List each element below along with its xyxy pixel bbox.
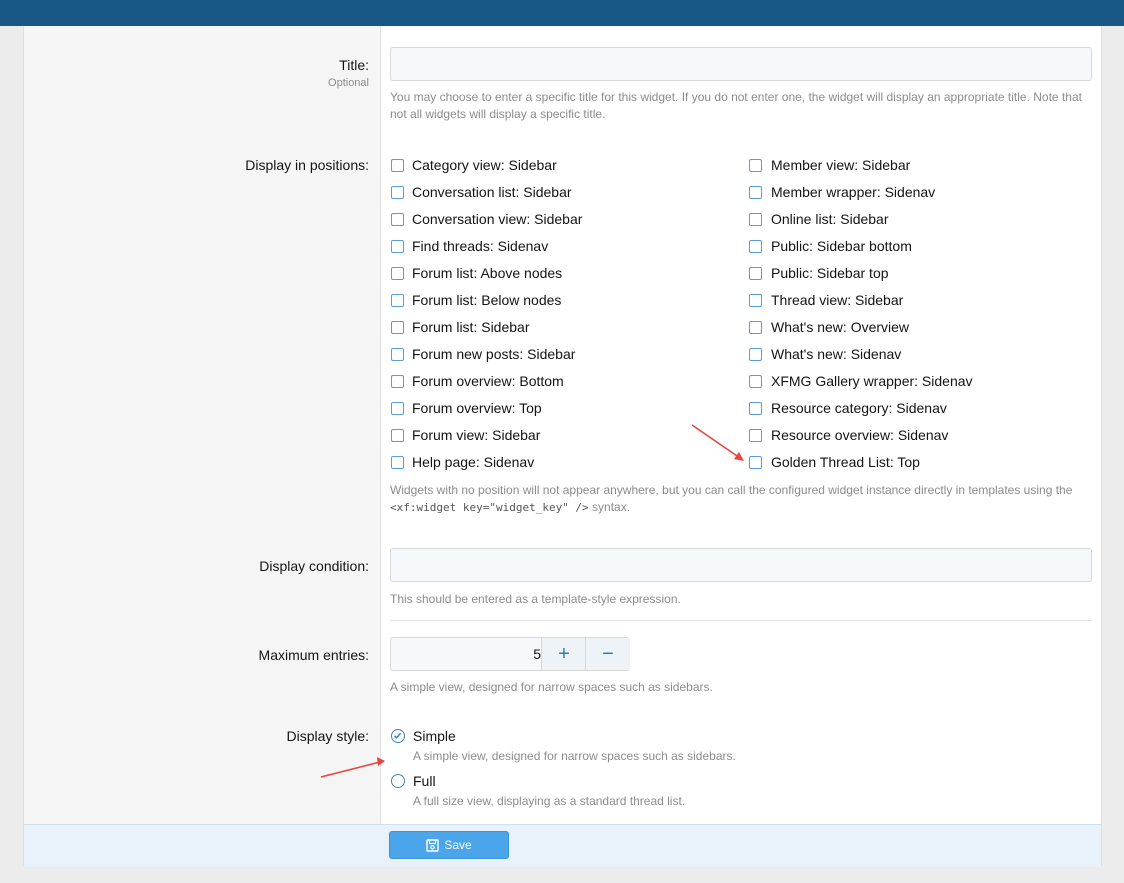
position-label-online-list-sidebar[interactable]: Online list: Sidebar (771, 211, 889, 227)
positions-explain: Widgets with no position will not appear… (390, 482, 1100, 516)
save-button[interactable]: Save (389, 831, 509, 859)
checkbox-forum-overview-top[interactable] (391, 402, 404, 415)
checkbox-golden-thread-list-top[interactable] (749, 456, 762, 469)
save-disk-icon (426, 839, 440, 852)
checkbox-category-view-sidebar[interactable] (391, 159, 404, 172)
display-condition-explain: This should be entered as a template-sty… (390, 592, 681, 606)
position-label-forum-overview-top[interactable]: Forum overview: Top (412, 400, 542, 416)
checkbox-forum-list-above-nodes[interactable] (391, 267, 404, 280)
position-label-forum-overview-bottom[interactable]: Forum overview: Bottom (412, 373, 564, 389)
check-icon (393, 732, 402, 739)
position-label-forum-view-sidebar[interactable]: Forum view: Sidebar (412, 427, 540, 443)
title-optional-hint: Optional (328, 77, 369, 89)
display-condition-label: Display condition: (259, 558, 369, 574)
position-label-thread-view-sidebar[interactable]: Thread view: Sidebar (771, 292, 903, 308)
checkbox-xfmg-gallery-wrapper-sidenav[interactable] (749, 375, 762, 388)
maximum-entries-value[interactable]: 5 (391, 638, 541, 670)
checkbox-public-sidebar-bottom[interactable] (749, 240, 762, 253)
label-column (24, 26, 381, 824)
checkbox-forum-list-below-nodes[interactable] (391, 294, 404, 307)
checkbox-member-view-sidebar[interactable] (749, 159, 762, 172)
checkbox-resource-category-sidenav[interactable] (749, 402, 762, 415)
position-label-find-threads-sidenav[interactable]: Find threads: Sidenav (412, 238, 548, 254)
position-label-conversation-list-sidebar[interactable]: Conversation list: Sidebar (412, 184, 572, 200)
position-label-member-view-sidebar[interactable]: Member view: Sidebar (771, 157, 910, 173)
checkbox-forum-view-sidebar[interactable] (391, 429, 404, 442)
position-label-category-view-sidebar[interactable]: Category view: Sidebar (412, 157, 557, 173)
widget-edit-form: Title: Optional You may choose to enter … (23, 26, 1102, 867)
position-label-golden-thread-list-top[interactable]: Golden Thread List: Top (771, 454, 920, 470)
maximum-entries-stepper[interactable]: 5 + − (390, 637, 630, 671)
simple-radio[interactable] (391, 729, 405, 743)
position-label-forum-new-posts-sidebar[interactable]: Forum new posts: Sidebar (412, 346, 575, 362)
simple-option-hint: A simple view, designed for narrow space… (413, 749, 736, 763)
top-navigation-bar (0, 0, 1124, 26)
position-label-public-sidebar-bottom[interactable]: Public: Sidebar bottom (771, 238, 912, 254)
simple-option-label[interactable]: Simple (413, 728, 456, 744)
section-divider (390, 620, 1092, 621)
position-label-conversation-view-sidebar[interactable]: Conversation view: Sidebar (412, 211, 582, 227)
full-option-hint: A full size view, displaying as a standa… (413, 794, 686, 808)
position-label-forum-list-sidebar[interactable]: Forum list: Sidebar (412, 319, 529, 335)
checkbox-what-s-new-overview[interactable] (749, 321, 762, 334)
position-label-resource-category-sidenav[interactable]: Resource category: Sidenav (771, 400, 947, 416)
save-button-label: Save (444, 838, 472, 852)
positions-label: Display in positions: (245, 157, 369, 173)
checkbox-online-list-sidebar[interactable] (749, 213, 762, 226)
checkbox-conversation-list-sidebar[interactable] (391, 186, 404, 199)
position-label-what-s-new-sidenav[interactable]: What's new: Sidenav (771, 346, 901, 362)
widget-syntax-code: <xf:widget key="widget_key" /> (390, 501, 589, 514)
position-label-public-sidebar-top[interactable]: Public: Sidebar top (771, 265, 889, 281)
checkbox-find-threads-sidenav[interactable] (391, 240, 404, 253)
display-condition-input[interactable] (390, 548, 1092, 582)
position-label-what-s-new-overview[interactable]: What's new: Overview (771, 319, 909, 335)
checkbox-what-s-new-sidenav[interactable] (749, 348, 762, 361)
full-radio[interactable] (391, 774, 405, 788)
position-label-forum-list-below-nodes[interactable]: Forum list: Below nodes (412, 292, 561, 308)
display-style-label: Display style: (286, 728, 369, 744)
checkbox-conversation-view-sidebar[interactable] (391, 213, 404, 226)
full-option-label[interactable]: Full (413, 773, 436, 789)
checkbox-public-sidebar-top[interactable] (749, 267, 762, 280)
title-input[interactable] (390, 47, 1092, 81)
increment-button[interactable]: + (541, 638, 586, 670)
positions-explain-suffix: syntax. (588, 500, 631, 514)
title-explain: You may choose to enter a specific title… (390, 90, 1082, 121)
positions-explain-text: Widgets with no position will not appear… (390, 483, 1073, 497)
maximum-entries-explain: A simple view, designed for narrow space… (390, 680, 713, 694)
decrement-button[interactable]: − (585, 638, 630, 670)
position-label-member-wrapper-sidenav[interactable]: Member wrapper: Sidenav (771, 184, 935, 200)
position-label-help-page-sidenav[interactable]: Help page: Sidenav (412, 454, 534, 470)
position-label-resource-overview-sidenav[interactable]: Resource overview: Sidenav (771, 427, 948, 443)
title-label: Title: (339, 57, 369, 73)
checkbox-forum-overview-bottom[interactable] (391, 375, 404, 388)
maximum-entries-label: Maximum entries: (258, 647, 369, 663)
checkbox-thread-view-sidebar[interactable] (749, 294, 762, 307)
checkbox-help-page-sidenav[interactable] (391, 456, 404, 469)
position-label-forum-list-above-nodes[interactable]: Forum list: Above nodes (412, 265, 562, 281)
form-submit-row: Save (24, 824, 1101, 867)
checkbox-resource-overview-sidenav[interactable] (749, 429, 762, 442)
checkbox-forum-list-sidebar[interactable] (391, 321, 404, 334)
position-label-xfmg-gallery-wrapper-sidenav[interactable]: XFMG Gallery wrapper: Sidenav (771, 373, 973, 389)
checkbox-member-wrapper-sidenav[interactable] (749, 186, 762, 199)
checkbox-forum-new-posts-sidebar[interactable] (391, 348, 404, 361)
